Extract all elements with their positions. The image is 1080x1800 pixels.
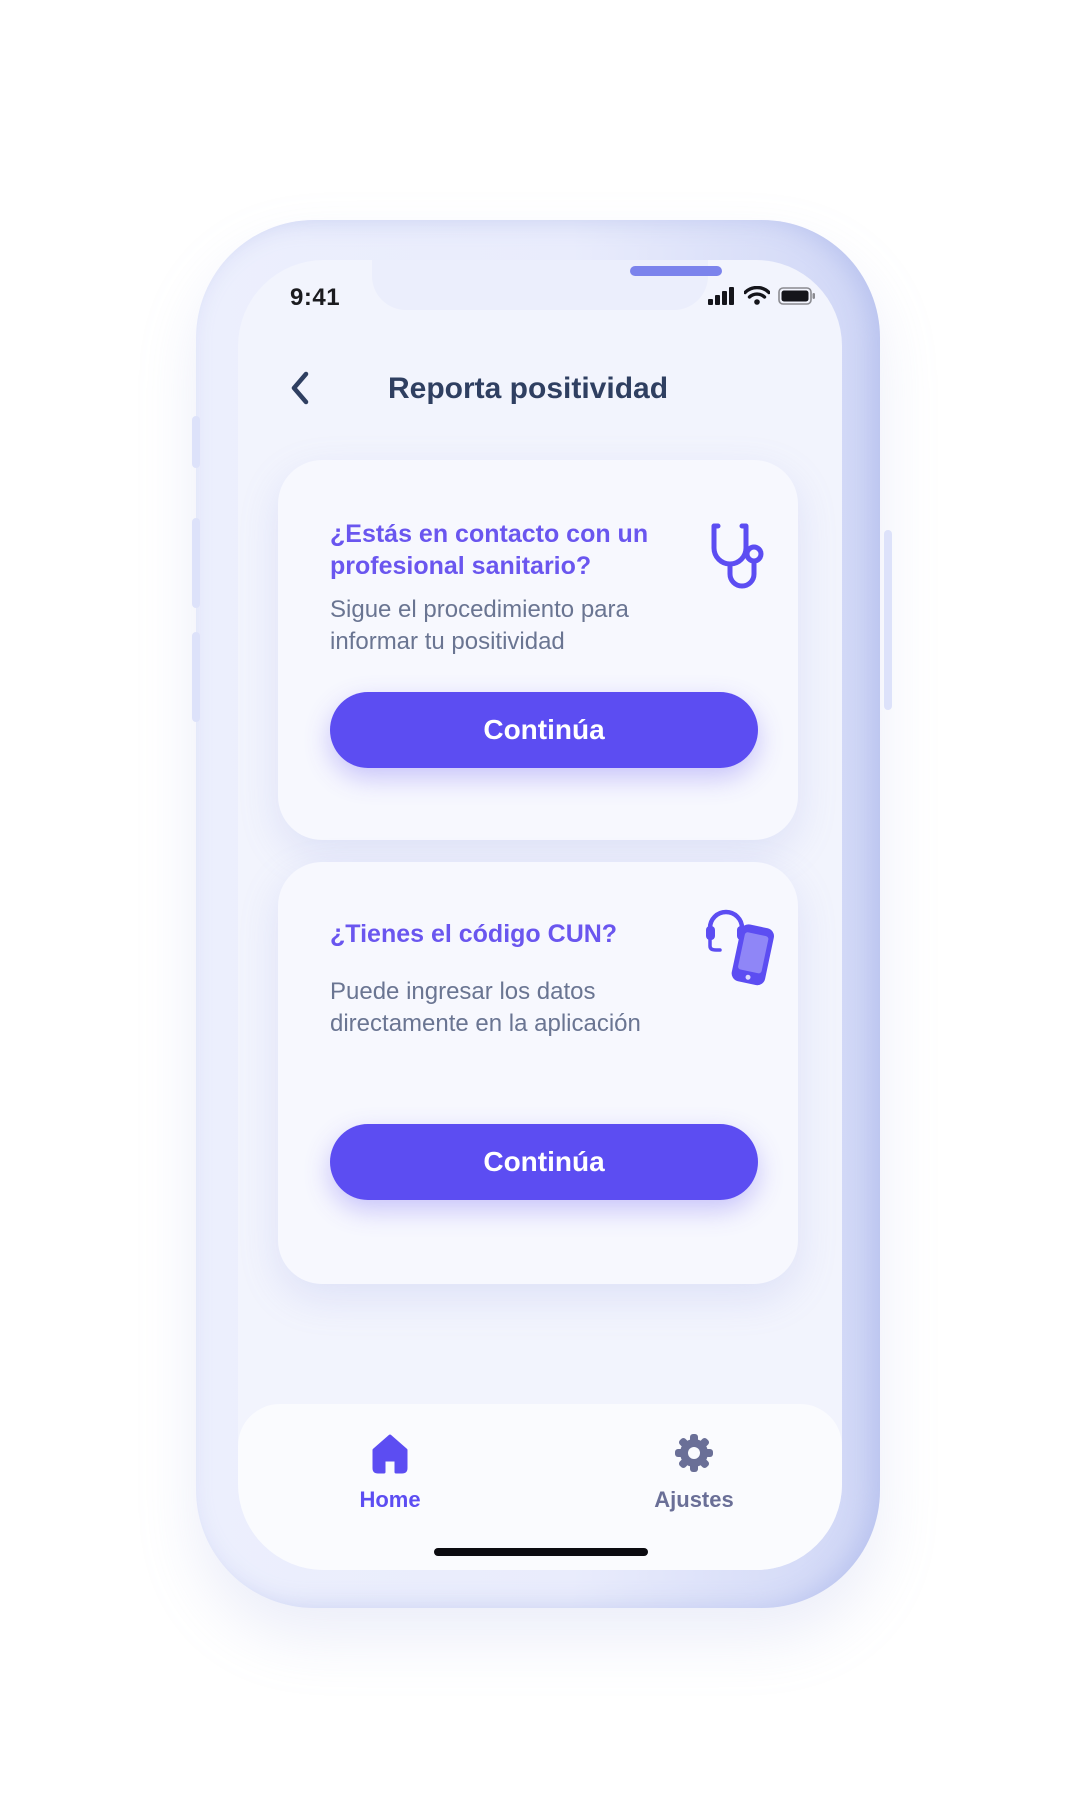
phone-silent-switch: [192, 416, 200, 468]
phone-power-button: [884, 530, 892, 710]
battery-icon: [778, 286, 816, 310]
tab-home-label: Home: [359, 1487, 421, 1512]
tab-settings-label: Ajustes: [654, 1487, 734, 1512]
gear-icon: [673, 1432, 715, 1479]
home-icon: [368, 1432, 412, 1479]
stethoscope-icon: [700, 518, 780, 603]
health-professional-card: ¿Estás en contacto con un profesional sa…: [278, 460, 798, 840]
tab-home[interactable]: Home: [310, 1432, 470, 1513]
page-title: Reporta positividad: [388, 372, 669, 405]
card-title: ¿Estás en contacto con un profesional sa…: [330, 520, 649, 580]
signal-icon: [708, 286, 736, 310]
home-indicator: [434, 1548, 648, 1556]
notch: [372, 260, 722, 310]
phone-volume-up-button: [192, 518, 200, 608]
continue-button[interactable]: Continúa: [330, 1124, 758, 1200]
status-time: 9:41: [290, 284, 341, 311]
cun-code-card: ¿Tienes el código CUN? Puede ingresar lo…: [278, 862, 798, 1284]
card-description: Puede ingresar los datos directamente en…: [330, 978, 641, 1037]
status-icons: [708, 285, 816, 310]
app-screen: 9:41 Reporta positividad ¿Estás en conta…: [238, 260, 842, 1570]
wifi-icon: [743, 285, 771, 310]
card-description: Sigue el procedimiento para informar tu …: [330, 596, 629, 655]
phone-volume-down-button: [192, 632, 200, 722]
header: Reporta positividad: [238, 360, 842, 420]
tab-settings[interactable]: Ajustes: [614, 1432, 774, 1513]
speaker-grille: [630, 266, 722, 276]
card-title: ¿Tienes el código CUN?: [330, 920, 618, 948]
phone-support-icon: [704, 902, 780, 993]
chevron-left-icon: [289, 371, 311, 410]
bottom-tab-bar: Home Ajustes: [238, 1404, 842, 1570]
continue-button[interactable]: Continúa: [330, 692, 758, 768]
back-button[interactable]: [282, 371, 318, 410]
